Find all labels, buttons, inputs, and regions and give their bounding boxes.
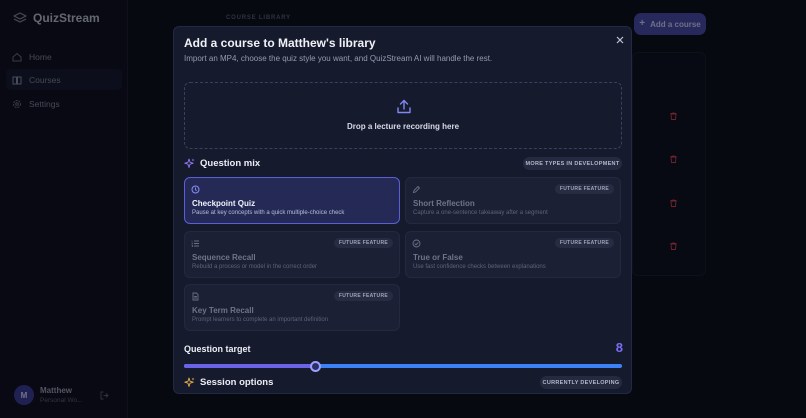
session-options-title: Session options [200,377,274,388]
question-type-key-term-recall[interactable]: FUTURE FEATURE Key Term Recall Prompt le… [184,284,400,331]
session-options-heading: Session options [184,377,273,388]
card-description: Pause at key concepts with a quick multi… [192,210,345,216]
question-mix-heading: Question mix [184,158,260,169]
question-target-label: Question target [184,344,251,354]
question-target-slider[interactable] [184,360,622,372]
future-feature-badge: FUTURE FEATURE [333,238,393,248]
modal-title: Add a course to Matthew's library [184,36,376,50]
document-icon [192,292,199,301]
pencil-icon [412,185,421,194]
upload-dropzone[interactable]: Drop a lecture recording here [184,82,622,149]
future-feature-badge: FUTURE FEATURE [554,184,614,194]
future-feature-badge: FUTURE FEATURE [554,238,614,248]
slider-fill [184,364,316,368]
card-description: Prompt learners to complete an important… [192,317,329,323]
question-target-value: 8 [615,340,623,355]
add-course-modal: Add a course to Matthew's library Import… [173,26,632,394]
upload-icon [397,99,411,114]
card-description: Rebuild a process or model in the correc… [192,264,318,270]
card-title: True or False [413,253,463,262]
card-title: Sequence Recall [192,253,256,262]
question-type-sequence-recall[interactable]: FUTURE FEATURE Sequence Recall Rebuild a… [184,231,400,278]
currently-developing-badge: CURRENTLY DEVELOPING [540,376,622,389]
modal-subtitle: Import an MP4, choose the quiz style you… [184,54,493,63]
question-type-checkpoint-quiz[interactable]: Checkpoint Quiz Pause at key concepts wi… [184,177,400,224]
sparkles-icon [184,158,195,168]
question-mix-title: Question mix [200,158,261,169]
question-type-short-reflection[interactable]: FUTURE FEATURE Short Reflection Capture … [405,177,621,224]
card-title: Key Term Recall [192,306,254,315]
check-circle-icon [412,239,421,248]
card-description: Capture a one-sentence takeaway after a … [413,210,548,216]
card-title: Short Reflection [413,199,475,208]
slider-thumb[interactable] [309,360,321,372]
clock-icon [191,185,200,194]
dropzone-text: Drop a lecture recording here [346,122,460,131]
close-icon [616,36,624,44]
question-type-true-or-false[interactable]: FUTURE FEATURE True or False Use fast co… [405,231,621,278]
card-title: Checkpoint Quiz [192,199,256,208]
sparkles-icon [184,377,195,387]
more-types-badge: MORE TYPES IN DEVELOPMENT [523,157,622,170]
ordered-list-icon [191,240,199,247]
card-description: Use fast confidence checks between expla… [413,264,546,270]
close-button[interactable] [614,34,626,46]
future-feature-badge: FUTURE FEATURE [333,291,393,301]
